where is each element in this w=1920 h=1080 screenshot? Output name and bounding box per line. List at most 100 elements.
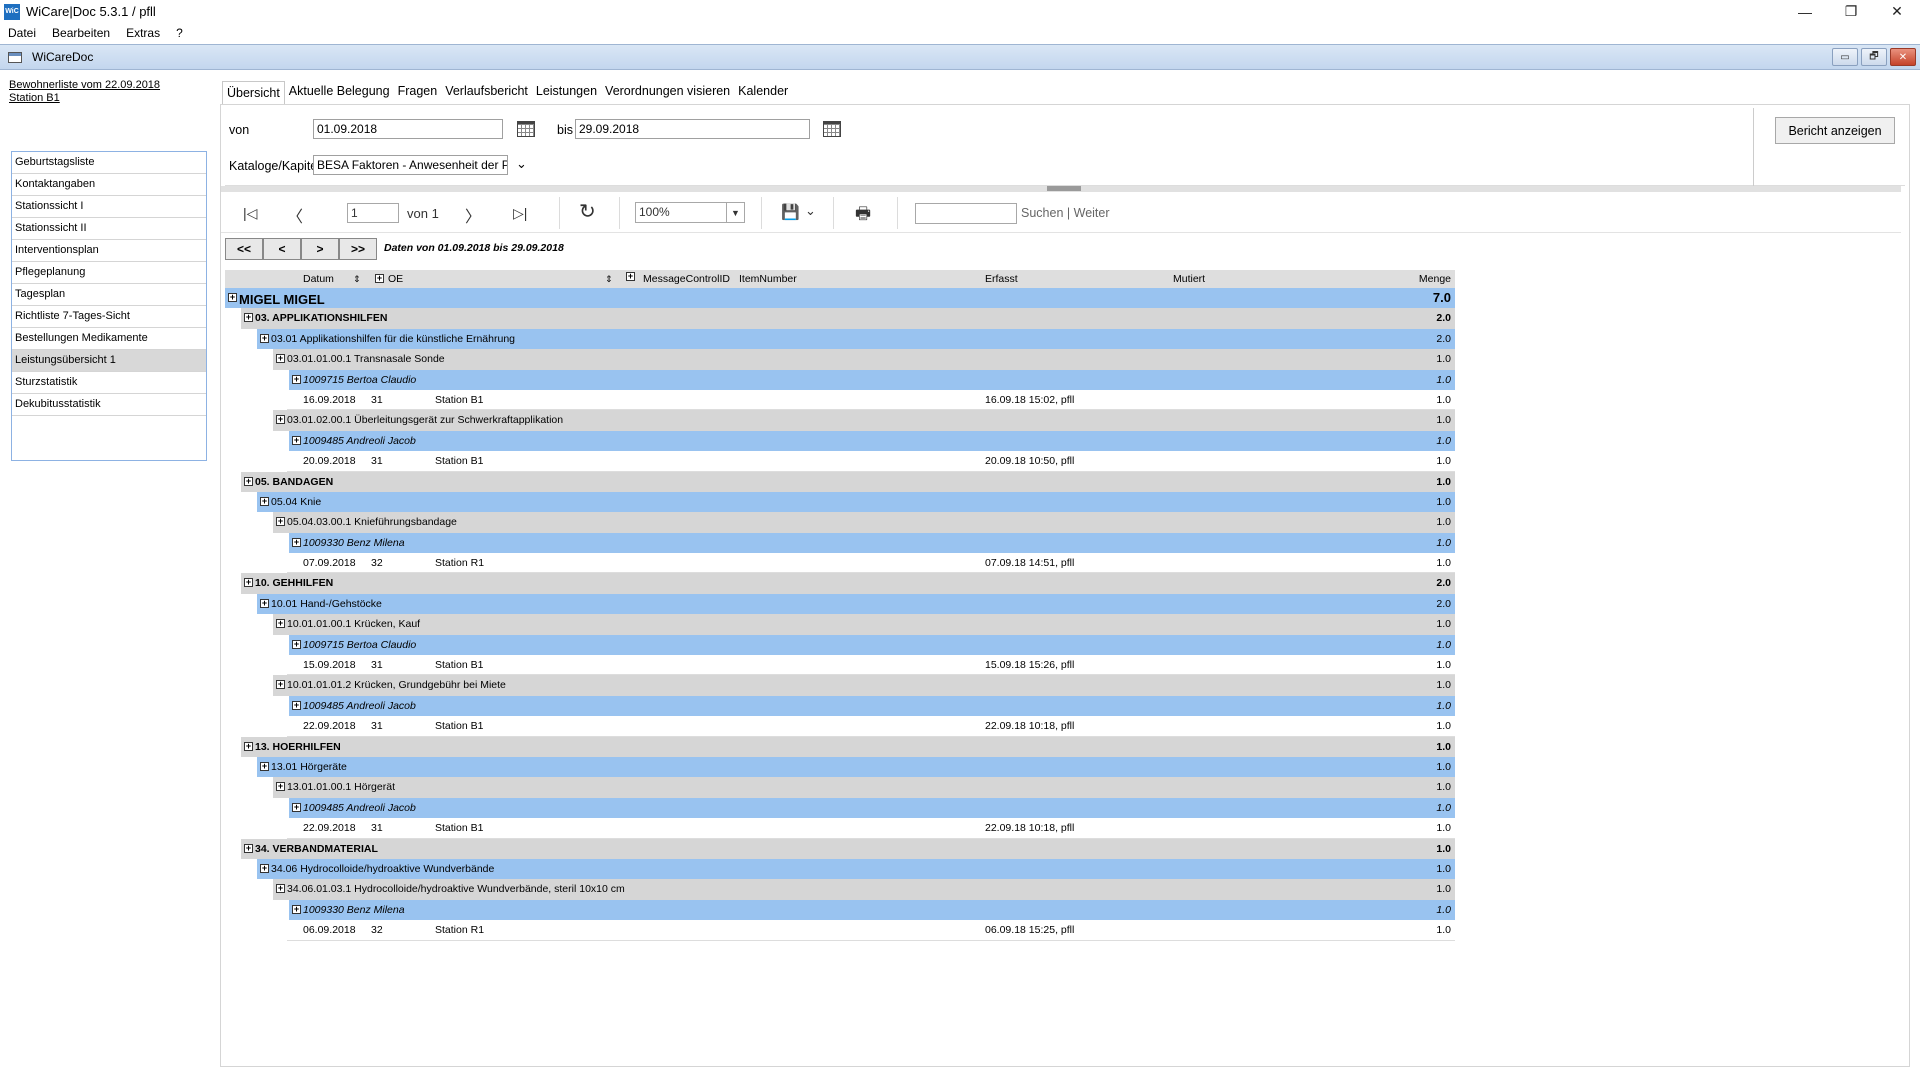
row-quantity: 1.0 [1436,618,1451,631]
sidebar-item[interactable]: Stationssicht II [12,218,206,240]
expand-icon[interactable]: + [292,700,301,710]
expand-icon[interactable]: + [276,354,285,364]
col-messagecontrolid[interactable]: MessageControlID [643,273,730,285]
menu-help[interactable]: ? [168,26,191,40]
expand-icon[interactable]: + [244,578,253,588]
expand-icon[interactable]: + [228,293,237,302]
menu-extras[interactable]: Extras [118,26,168,40]
expand-icon[interactable]: + [260,333,269,343]
next-match-link[interactable]: Weiter [1074,206,1110,220]
print-icon[interactable]: 🖶 [855,201,871,230]
sidebar-item[interactable]: Kontaktangaben [12,174,206,196]
resident-list-title[interactable]: Bewohnerliste vom 22.09.2018 [9,79,160,92]
mdi-restore-button[interactable]: 🗗 [1861,48,1887,66]
first-page-icon[interactable]: |◁ [243,205,257,222]
col-menge[interactable]: Menge [1419,273,1451,285]
resident-list-link[interactable]: Bewohnerliste vom 22.09.2018 Station B1 [9,79,160,105]
dropdown-arrow-icon[interactable]: ▼ [726,203,744,222]
row-label: 34.06.01.03.1 Hydrocolloide/hydroaktive … [287,883,625,896]
previous-record-button[interactable]: < [263,238,301,260]
tab-1[interactable]: Aktuelle Belegung [285,80,394,104]
menu-datei[interactable]: Datei [0,26,44,40]
expand-icon[interactable]: + [292,374,301,384]
search-input[interactable] [915,203,1017,224]
close-button[interactable]: ✕ [1874,0,1920,23]
sidebar-item[interactable]: Stationssicht I [12,196,206,218]
expand-icon[interactable]: + [260,598,269,608]
katalog-select[interactable]: BESA Faktoren - Anwesenheit der Pfleg [313,155,508,175]
expand-icon[interactable]: + [260,496,269,506]
expand-icon[interactable]: + [276,415,285,425]
chevron-down-icon[interactable]: ⌄ [805,203,816,219]
expand-icon[interactable]: + [244,741,253,751]
expand-icon[interactable]: + [292,904,301,914]
save-icon[interactable]: 💾 [781,203,800,221]
chevron-down-icon[interactable]: ⌄ [516,156,527,172]
expand-icon[interactable]: + [276,517,285,527]
zoom-select[interactable]: 100% ▼ [635,202,745,223]
col-erfasst[interactable]: Erfasst [985,273,1018,285]
col-mutiert[interactable]: Mutiert [1173,273,1205,285]
splitter-grip[interactable] [1047,186,1081,191]
tab-6[interactable]: Kalender [734,80,792,104]
search-link[interactable]: Suchen [1021,206,1063,220]
last-record-button[interactable]: >> [339,238,377,260]
col-oe[interactable]: OE [388,273,403,285]
sidebar-item[interactable]: Geburtstagsliste [12,152,206,174]
expand-icon[interactable]: + [292,435,301,445]
tab-0[interactable]: Übersicht [222,81,285,105]
expand-icon[interactable]: + [276,884,285,894]
expand-icon[interactable]: + [276,680,285,690]
bis-date-input[interactable]: 29.09.2018 [575,119,810,139]
page-number-input[interactable]: 1 [347,203,399,223]
calendar-icon[interactable] [823,121,841,137]
previous-page-icon[interactable]: 〈 [287,203,303,227]
menu-bearbeiten[interactable]: Bearbeiten [44,26,118,40]
table-row: +10. GEHHILFEN 2.0 [225,573,1455,594]
parameter-splitter[interactable] [221,186,1901,192]
show-report-button[interactable]: Bericht anzeigen [1775,117,1895,144]
next-record-button[interactable]: > [301,238,339,260]
expand-icon[interactable]: + [244,313,253,323]
expand-icon[interactable]: + [276,619,285,629]
mdi-minimize-button[interactable]: ▭ [1832,48,1858,66]
resident-list-station[interactable]: Station B1 [9,92,160,105]
sidebar-item[interactable]: Interventionsplan [12,240,206,262]
tab-2[interactable]: Fragen [394,80,442,104]
sort-icon[interactable]: ⇕ [353,274,361,285]
last-page-icon[interactable]: ▷| [513,205,527,222]
calendar-icon[interactable] [517,121,535,137]
tab-5[interactable]: Verordnungen visieren [601,80,734,104]
sidebar-item[interactable]: Bestellungen Medikamente [12,328,206,350]
sidebar-item[interactable]: Pflegeplanung [12,262,206,284]
mdi-close-button[interactable]: ✕ [1890,48,1916,66]
first-record-button[interactable]: << [225,238,263,260]
table-row: +34. VERBANDMATERIAL 1.0 [225,838,1455,859]
maximize-button[interactable]: ❐ [1828,0,1874,23]
sidebar-item[interactable]: Leistungsübersicht 1 [12,350,206,372]
row-quantity: 1.0 [1436,414,1451,427]
sort-icon[interactable]: ⇕ [605,274,613,285]
expand-icon[interactable]: + [292,802,301,812]
sidebar-item[interactable]: Tagesplan [12,284,206,306]
refresh-icon[interactable]: ↻ [579,199,596,224]
col-datum[interactable]: Datum [303,273,334,285]
expand-icon[interactable]: + [375,274,384,283]
expand-icon[interactable]: + [626,272,635,281]
tab-3[interactable]: Verlaufsbericht [441,80,532,104]
expand-icon[interactable]: + [292,639,301,649]
expand-icon[interactable]: + [244,476,253,486]
minimize-button[interactable]: — [1782,0,1828,23]
next-page-icon[interactable]: 〉 [465,203,481,227]
von-date-input[interactable]: 01.09.2018 [313,119,503,139]
expand-icon[interactable]: + [260,863,269,873]
tab-4[interactable]: Leistungen [532,80,601,104]
expand-icon[interactable]: + [244,843,253,853]
expand-icon[interactable]: + [292,537,301,547]
sidebar-item[interactable]: Richtliste 7-Tages-Sicht [12,306,206,328]
expand-icon[interactable]: + [276,782,285,792]
sidebar-item[interactable]: Sturzstatistik [12,372,206,394]
sidebar-item[interactable]: Dekubitusstatistik [12,394,206,416]
col-itemnumber[interactable]: ItemNumber [739,273,797,285]
expand-icon[interactable]: + [260,761,269,771]
